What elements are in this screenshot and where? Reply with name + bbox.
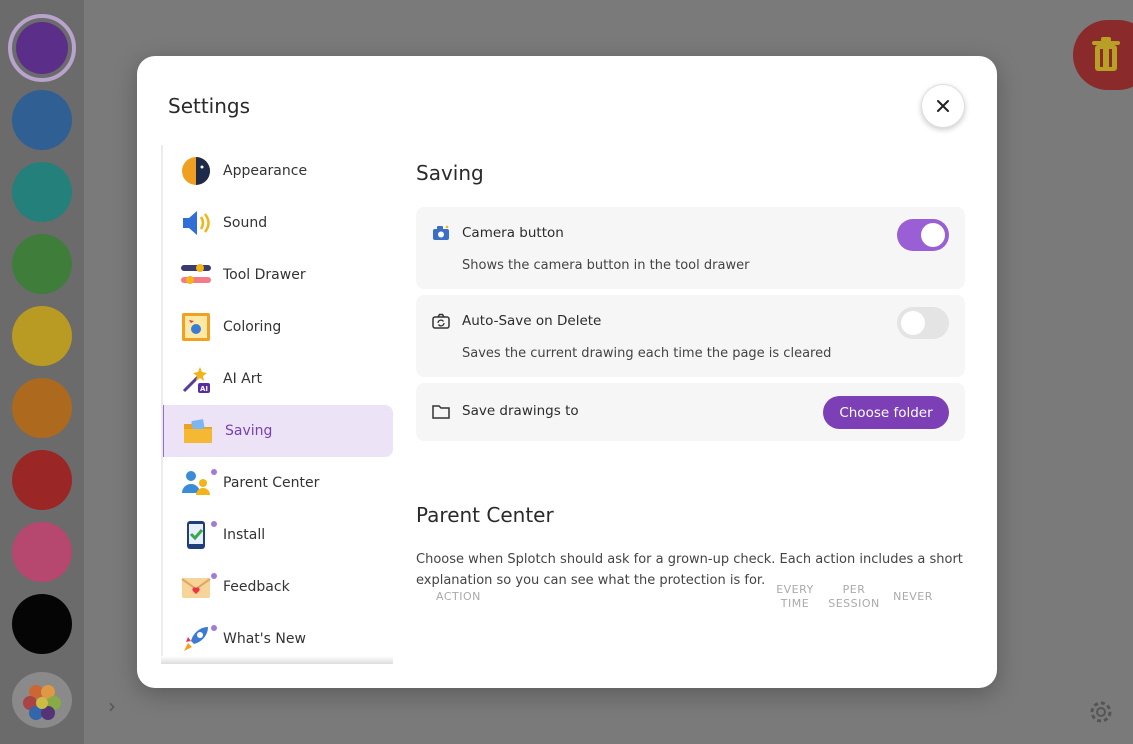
color-swatch-blue[interactable] — [12, 90, 72, 150]
autosave-setting-card: Auto-Save on Delete Saves the current dr… — [416, 295, 965, 377]
nav-scroll-shadow — [161, 656, 393, 664]
dialog-title: Settings — [168, 94, 251, 118]
camera-setting-card: Camera button Shows the camera button in… — [416, 207, 965, 289]
notification-dot — [211, 573, 217, 579]
nav-label: Coloring — [223, 319, 282, 335]
expand-chevron-icon[interactable]: › — [108, 694, 116, 718]
gear-icon[interactable] — [1086, 697, 1116, 727]
toggle-knob — [921, 223, 945, 247]
nav-label: Install — [223, 527, 266, 543]
nav-item-sound[interactable]: Sound — [163, 197, 393, 249]
color-swatch-red[interactable] — [12, 450, 72, 510]
trash-icon — [1092, 37, 1120, 71]
rocket-icon — [179, 623, 217, 655]
notification-dot — [211, 469, 217, 475]
notification-dot — [211, 625, 217, 631]
nav-label: Sound — [223, 215, 268, 231]
tool-drawer-icon — [179, 259, 213, 291]
autosave-description: Saves the current drawing each time the … — [462, 346, 832, 361]
close-button[interactable] — [921, 84, 965, 128]
camera-button-toggle[interactable] — [897, 219, 949, 251]
autosave-label: Auto-Save on Delete — [462, 313, 602, 329]
folder-outline-icon — [432, 404, 452, 419]
nav-item-ai-art[interactable]: AI AI Art — [163, 353, 393, 405]
color-swatch-pink[interactable] — [12, 522, 72, 582]
camera-icon — [432, 225, 452, 241]
color-swatch-purple[interactable] — [8, 14, 76, 82]
envelope-icon — [179, 571, 217, 603]
nav-label: Parent Center — [223, 475, 320, 491]
color-swatch-teal[interactable] — [12, 162, 72, 222]
nav-item-appearance[interactable]: Appearance — [163, 145, 393, 197]
notification-dot — [211, 521, 217, 527]
parent-center-description: Choose when Splotch should ask for a gro… — [416, 552, 963, 588]
color-swatch-green[interactable] — [12, 234, 72, 294]
camera-setting-row: Camera button — [432, 225, 564, 241]
trash-button[interactable] — [1073, 20, 1133, 90]
save-location-label: Save drawings to — [462, 403, 579, 419]
autosave-setting-row: Auto-Save on Delete — [432, 313, 601, 329]
phone-check-icon — [179, 519, 217, 551]
nav-item-feedback[interactable]: Feedback — [163, 561, 393, 613]
choose-folder-button[interactable]: Choose folder — [823, 396, 949, 429]
folder-icon — [181, 415, 215, 447]
section-title-saving: Saving — [416, 161, 484, 185]
column-header-per-session: PER SESSION — [828, 583, 880, 610]
color-swatch-yellow[interactable] — [12, 306, 72, 366]
color-rail — [0, 0, 84, 744]
speaker-icon — [179, 207, 213, 239]
nav-label: Tool Drawer — [223, 267, 306, 283]
column-header-action: ACTION — [436, 590, 481, 603]
settings-dialog: Settings Appearance Sound Tool Drawer Co… — [137, 56, 997, 688]
palette-button[interactable] — [12, 672, 72, 728]
nav-item-coloring[interactable]: Coloring — [163, 301, 393, 353]
ai-art-icon: AI — [179, 363, 213, 395]
coloring-icon — [179, 311, 213, 343]
nav-item-parent-center[interactable]: Parent Center — [163, 457, 393, 509]
section-title-parent-center: Parent Center — [416, 503, 554, 527]
nav-item-tool-drawer[interactable]: Tool Drawer — [163, 249, 393, 301]
nav-label: Saving — [225, 423, 273, 439]
nav-label: Feedback — [223, 579, 290, 595]
close-icon — [937, 100, 949, 112]
column-header-every-time: EVERY TIME — [776, 583, 814, 610]
toggle-knob — [901, 311, 925, 335]
nav-label: AI Art — [223, 371, 262, 387]
save-location-row: Save drawings to — [432, 403, 579, 419]
settings-nav: Appearance Sound Tool Drawer Coloring AI… — [161, 145, 393, 663]
save-location-card: Save drawings to Choose folder — [416, 383, 965, 441]
appearance-icon — [179, 155, 213, 187]
nav-label: What's New — [223, 631, 306, 647]
svg-text:AI: AI — [200, 385, 208, 393]
autosave-toggle[interactable] — [897, 307, 949, 339]
camera-button-description: Shows the camera button in the tool draw… — [462, 258, 750, 273]
nav-item-saving[interactable]: Saving — [163, 405, 393, 457]
palette-icon — [23, 685, 61, 720]
nav-label: Appearance — [223, 163, 308, 179]
nav-item-install[interactable]: Install — [163, 509, 393, 561]
parents-icon — [179, 467, 217, 499]
camera-refresh-icon — [432, 313, 452, 329]
settings-content: Saving Camera button Shows the camera bu… — [416, 145, 966, 688]
color-swatch-black[interactable] — [12, 594, 72, 654]
camera-button-label: Camera button — [462, 225, 564, 241]
column-header-never: NEVER — [893, 590, 933, 603]
color-swatch-orange[interactable] — [12, 378, 72, 438]
